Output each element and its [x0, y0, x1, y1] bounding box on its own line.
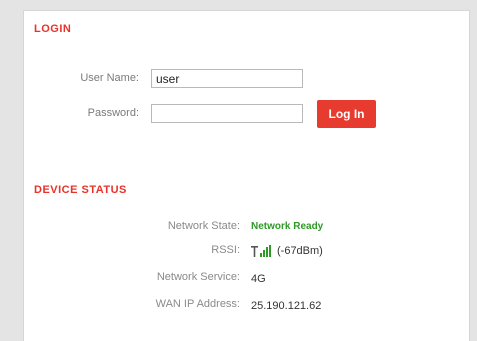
login-panel: LOGIN User Name: Password: Log In DEVICE… — [23, 10, 470, 341]
rssi-label: RSSI: — [211, 244, 240, 256]
password-input[interactable] — [151, 104, 303, 123]
device-status-section-title: DEVICE STATUS — [34, 184, 127, 196]
login-section-title: LOGIN — [34, 23, 72, 35]
network-state-value: Network Ready — [251, 221, 324, 232]
rssi-value: (-67dBm) — [277, 245, 323, 257]
username-input[interactable] — [151, 69, 303, 88]
password-label: Password: — [87, 107, 139, 119]
rssi-row: (-67dBm) — [251, 245, 323, 257]
login-button[interactable]: Log In — [317, 100, 376, 128]
wan-ip-label: WAN IP Address: — [155, 298, 240, 310]
username-label: User Name: — [80, 72, 139, 84]
network-state-label: Network State: — [167, 220, 240, 232]
network-service-label: Network Service: — [156, 271, 240, 283]
network-service-value: 4G — [251, 273, 266, 285]
signal-strength-icon — [251, 245, 271, 257]
wan-ip-value: 25.190.121.62 — [251, 300, 322, 312]
